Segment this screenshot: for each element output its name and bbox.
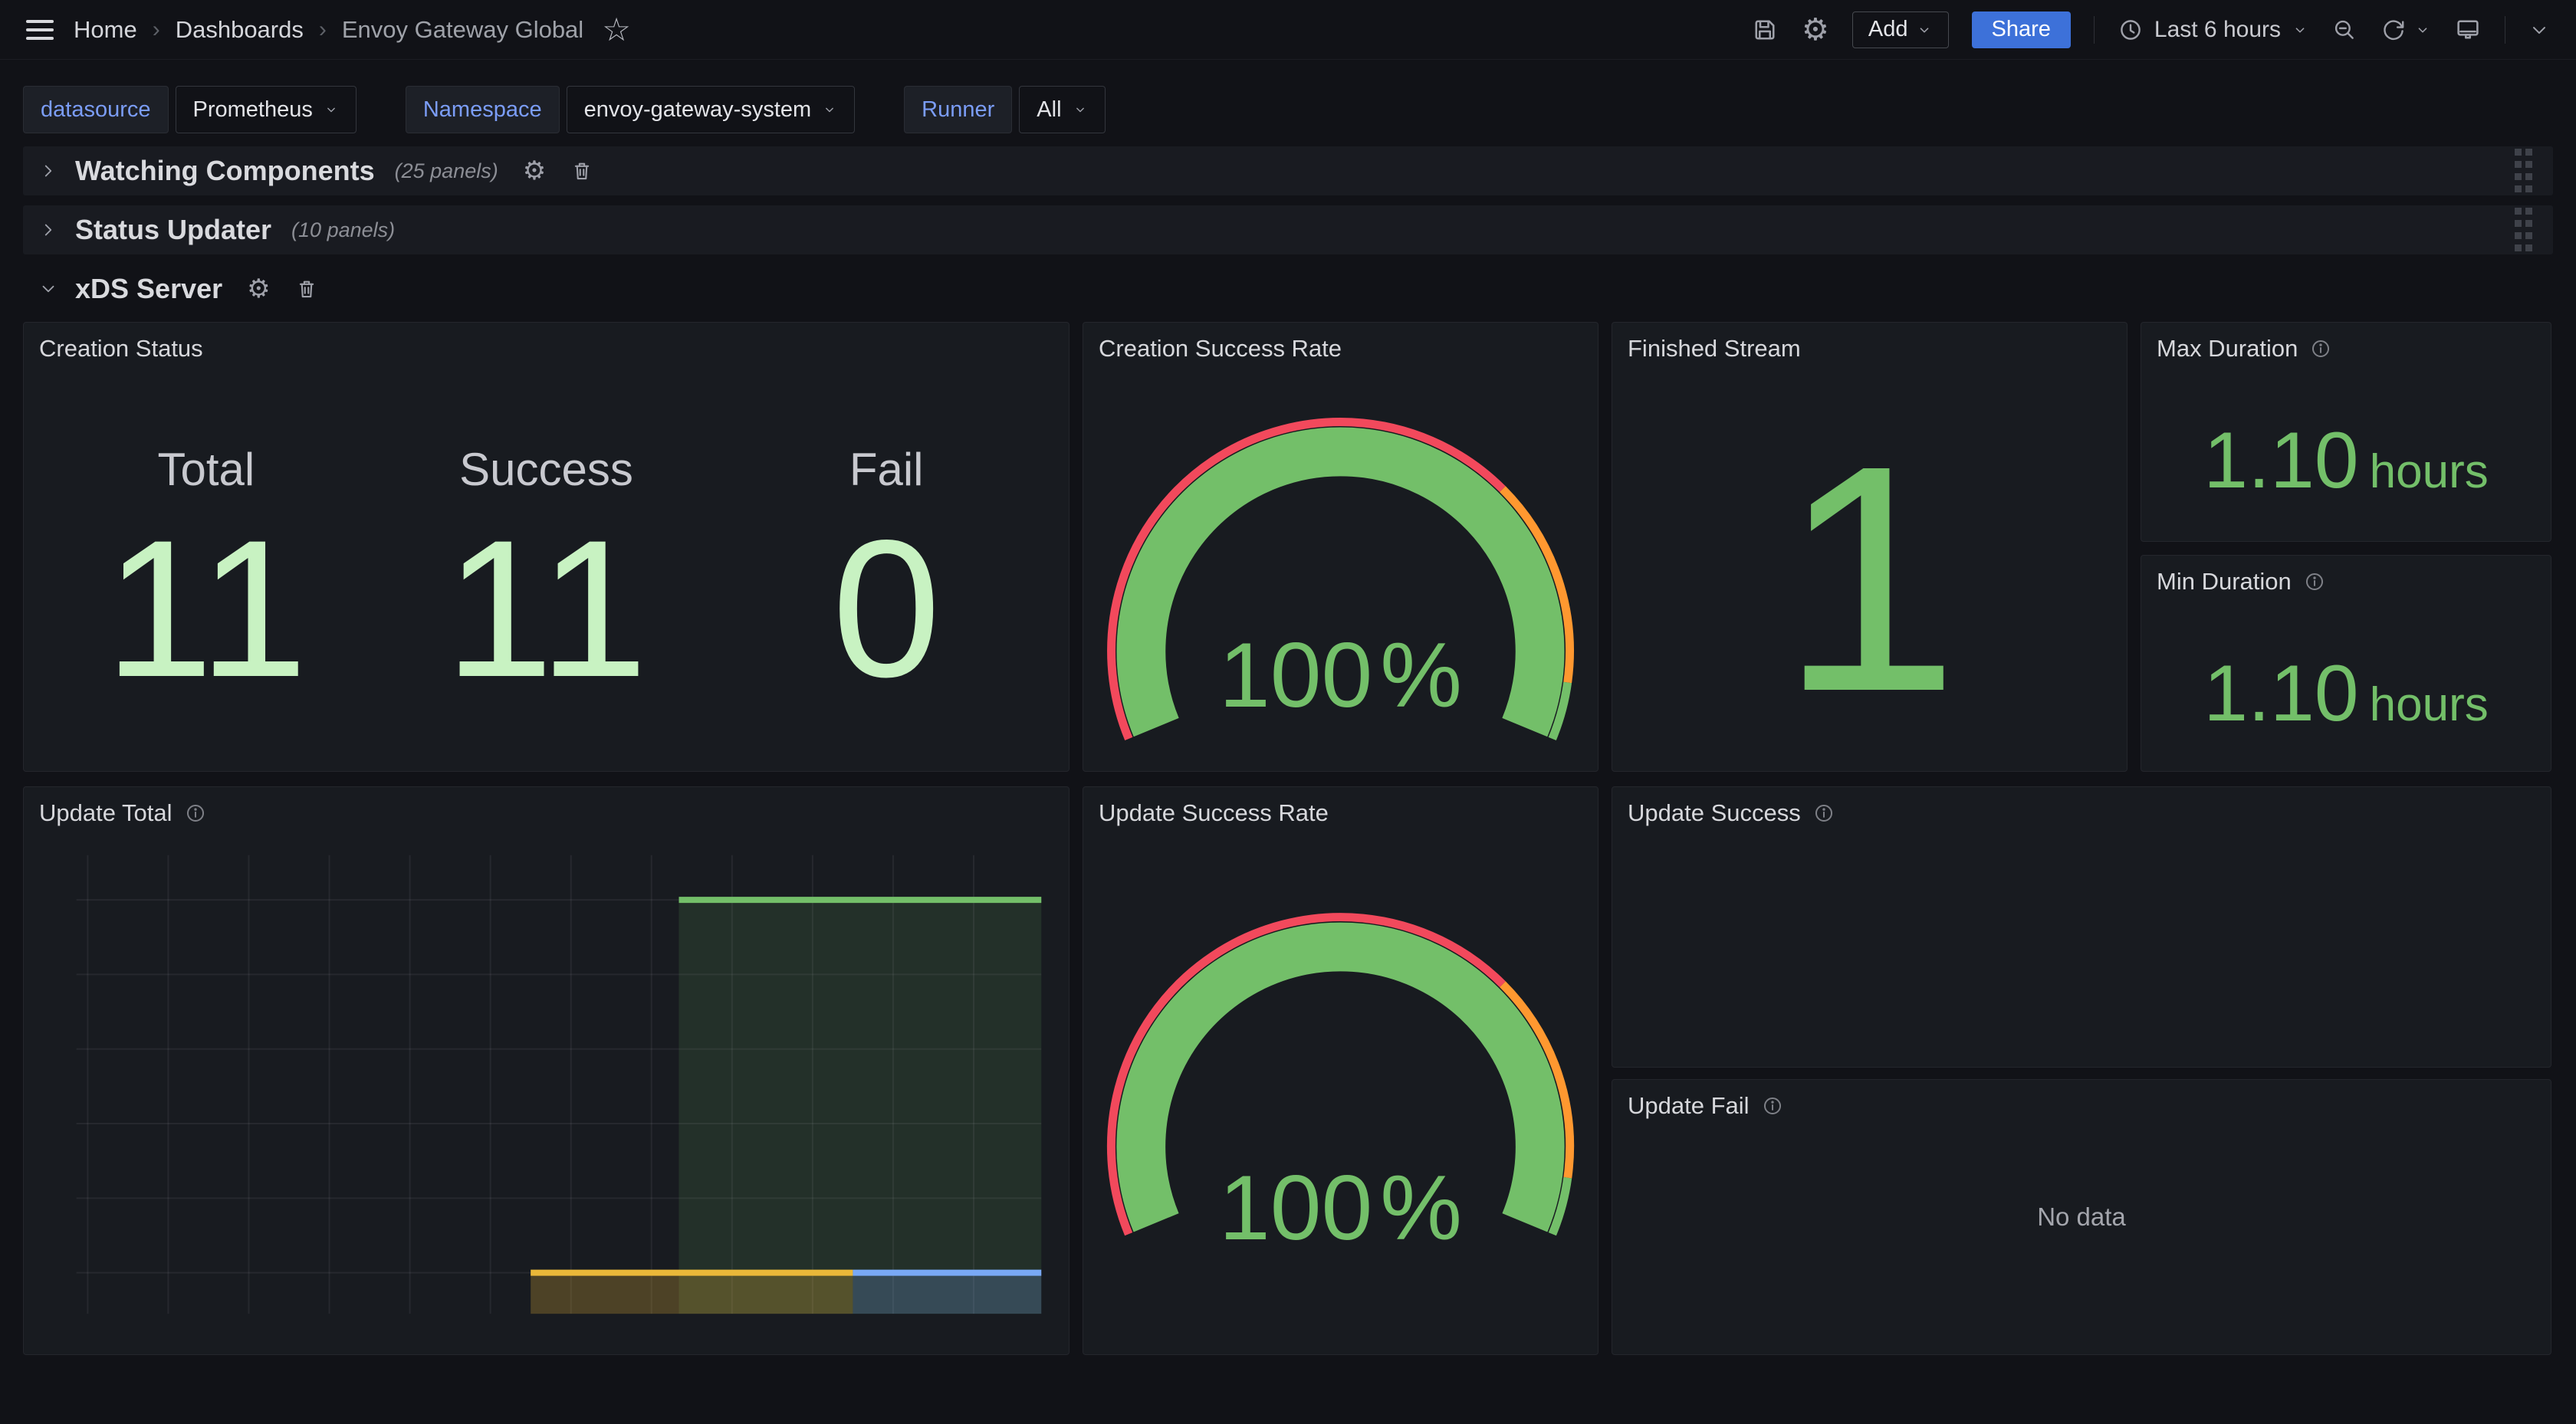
- row-settings-icon[interactable]: ⚙: [247, 276, 270, 302]
- chevron-down-icon: [38, 279, 58, 299]
- clock-icon: [2118, 17, 2144, 43]
- stat-label: Total: [36, 443, 376, 496]
- variable-label-namespace[interactable]: Namespace: [406, 86, 560, 133]
- gauge-value: 100%: [1083, 629, 1598, 721]
- navbar-collapse-chevron-icon[interactable]: [2528, 19, 2550, 41]
- row-drag-handle[interactable]: [2515, 149, 2533, 193]
- refresh-icon: [2380, 17, 2407, 43]
- kiosk-mode-icon[interactable]: [2454, 16, 2482, 44]
- breadcrumb-dashboards[interactable]: Dashboards: [176, 16, 304, 44]
- variable-value-namespace[interactable]: envoy-gateway-system: [567, 86, 856, 133]
- panel-min-duration: Min Duration 1.10 hours: [2141, 555, 2551, 772]
- panel-title[interactable]: Min Duration: [2141, 556, 2551, 602]
- sparkline-success: [376, 635, 717, 767]
- chevron-down-icon: [822, 102, 837, 117]
- dashboard-settings-icon[interactable]: ⚙: [1802, 15, 1829, 45]
- stat-fail: Fail 0: [716, 369, 1056, 771]
- panel-update-success: Update Success: [1612, 786, 2551, 1068]
- info-icon[interactable]: [2304, 571, 2325, 592]
- gauge-value: 100%: [1083, 1162, 1598, 1254]
- panel-title[interactable]: Max Duration: [2141, 323, 2551, 369]
- variables-row: datasource Prometheus Namespace envoy-ga…: [23, 86, 1106, 133]
- stat-label: Fail: [716, 443, 1056, 496]
- chevron-down-icon: [1073, 102, 1088, 117]
- stat-value: 1: [1612, 418, 2127, 740]
- zoom-out-time-icon[interactable]: [2331, 17, 2358, 43]
- variable-datasource: datasource Prometheus: [23, 86, 356, 133]
- panel-title[interactable]: Finished Stream: [1612, 323, 2127, 369]
- nav-right: ⚙ Add Share Last 6 hours: [1751, 11, 2550, 48]
- info-icon[interactable]: [2310, 338, 2331, 359]
- chevron-down-icon: [324, 102, 339, 117]
- row-title: Status Updater: [75, 214, 271, 246]
- chevron-down-icon: [2414, 21, 2431, 38]
- sparkline-fail: [716, 635, 1056, 767]
- panel-finished-stream: Finished Stream 1: [1612, 322, 2128, 772]
- breadcrumb-separator: ›: [153, 17, 160, 43]
- divider: [2094, 16, 2095, 44]
- panel-creation-success-rate: Creation Success Rate 100%: [1083, 322, 1598, 772]
- stat-value: 1.10 hours: [2141, 421, 2551, 500]
- breadcrumb-home[interactable]: Home: [74, 16, 137, 44]
- row-delete-icon[interactable]: [570, 159, 593, 182]
- row-panel-count: (10 panels): [291, 218, 395, 242]
- timeseries-chart: [24, 787, 1069, 1354]
- row-delete-icon[interactable]: [295, 277, 318, 300]
- row-drag-handle[interactable]: [2515, 208, 2533, 252]
- panel-title[interactable]: Creation Status: [24, 323, 1069, 369]
- no-data-message: No data: [1612, 1080, 2551, 1354]
- sparkline-total: [36, 635, 376, 767]
- top-navbar: Home › Dashboards › Envoy Gateway Global…: [0, 0, 2576, 60]
- stat-total: Total 11: [36, 369, 376, 771]
- breadcrumb-current: Envoy Gateway Global: [342, 16, 583, 44]
- panel-update-success-rate: Update Success Rate 100%: [1083, 786, 1598, 1355]
- variable-value-runner[interactable]: All: [1019, 86, 1105, 133]
- variable-label-runner[interactable]: Runner: [904, 86, 1012, 133]
- variable-value-datasource[interactable]: Prometheus: [176, 86, 356, 133]
- stat-value: 1.10 hours: [2141, 654, 2551, 733]
- panel-update-total: Update Total: [23, 786, 1070, 1355]
- grafana-dashboard: Home › Dashboards › Envoy Gateway Global…: [0, 0, 2576, 1424]
- stat-columns: Total 11 Success 11 Fail 0: [36, 369, 1056, 771]
- panel-update-fail: Update Fail No data: [1612, 1079, 2551, 1355]
- variable-label-datasource[interactable]: datasource: [23, 86, 169, 133]
- row-title: xDS Server: [75, 273, 222, 305]
- row-xds-server[interactable]: xDS Server ⚙: [23, 267, 2553, 310]
- breadcrumb-separator: ›: [319, 17, 327, 43]
- variable-runner: Runner All: [904, 86, 1105, 133]
- chevron-down-icon: [1916, 21, 1933, 38]
- refresh-control[interactable]: [2380, 17, 2431, 43]
- stat-label: Success: [376, 443, 717, 496]
- time-range-picker[interactable]: Last 6 hours: [2118, 17, 2308, 43]
- breadcrumb: Home › Dashboards › Envoy Gateway Global…: [74, 14, 631, 46]
- save-dashboard-icon[interactable]: [1751, 16, 1779, 44]
- row-status-updater[interactable]: Status Updater (10 panels): [23, 205, 2553, 254]
- row-watching-components[interactable]: Watching Components (25 panels) ⚙: [23, 146, 2553, 195]
- nav-left: Home › Dashboards › Envoy Gateway Global…: [26, 14, 631, 46]
- favorite-star-icon[interactable]: ☆: [602, 14, 631, 46]
- chevron-down-icon: [2292, 21, 2308, 38]
- row-title: Watching Components: [75, 155, 375, 187]
- variable-namespace: Namespace envoy-gateway-system: [406, 86, 855, 133]
- gauge-chart: [1083, 787, 1598, 1354]
- stat-success: Success 11: [376, 369, 717, 771]
- time-range-label: Last 6 hours: [2154, 17, 2281, 43]
- panel-max-duration: Max Duration 1.10 hours: [2141, 322, 2551, 542]
- chevron-right-icon: [38, 161, 58, 181]
- share-button[interactable]: Share: [1972, 11, 2071, 48]
- panel-creation-status: Creation Status Total 11 Success 11 Fail…: [23, 322, 1070, 772]
- timeseries-chart: [1612, 787, 2551, 1067]
- row-panel-count: (25 panels): [395, 159, 498, 183]
- row-settings-icon[interactable]: ⚙: [523, 158, 546, 184]
- add-button[interactable]: Add: [1852, 11, 1949, 48]
- chevron-right-icon: [38, 220, 58, 240]
- menu-icon[interactable]: [26, 17, 54, 43]
